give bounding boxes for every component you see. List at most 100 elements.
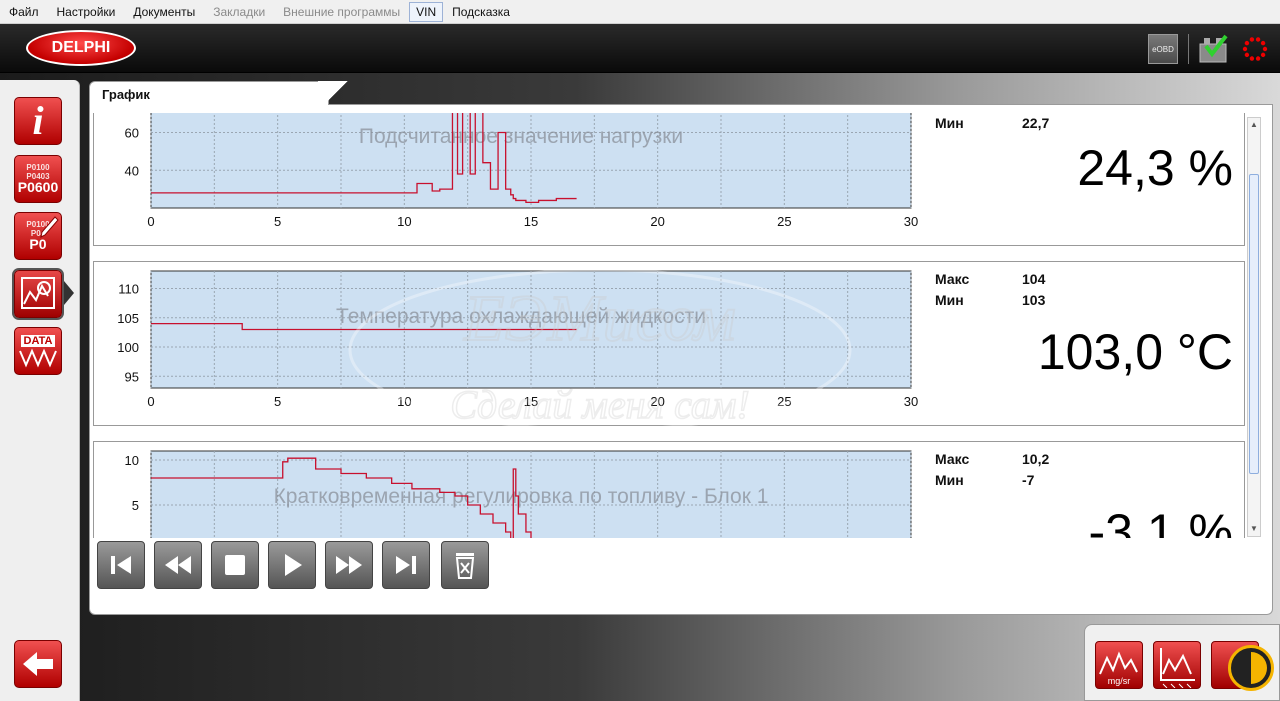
menu-item-3[interactable]: Закладки — [204, 2, 274, 22]
active-section-arrow — [64, 281, 74, 305]
min-value: -7 — [1022, 472, 1035, 488]
x-tick-label: 5 — [274, 214, 281, 229]
menu-bar: Файл Настройки Документы Закладки Внешние пр… — [0, 0, 1280, 24]
rewind-icon — [165, 556, 191, 574]
menu-item-4[interactable]: Внешние программы — [274, 2, 409, 22]
menu-item-6[interactable]: Подсказка — [443, 2, 519, 22]
graphs-scrollbar[interactable]: ▲ ▼ — [1247, 117, 1261, 537]
playback-controls — [97, 541, 498, 589]
current-value: 103,0 °C — [1037, 324, 1233, 380]
y-tick-label: 105 — [117, 311, 139, 326]
app-header: DELPHI eOBD — [0, 24, 1280, 73]
fast-forward-button[interactable] — [325, 541, 373, 589]
max-label: Макс — [935, 271, 970, 287]
stop-button[interactable] — [211, 541, 259, 589]
logo-text: DELPHI — [51, 39, 111, 56]
play-icon — [285, 554, 302, 576]
skip-end-icon — [396, 556, 416, 574]
eobd-button[interactable]: eOBD — [1148, 34, 1178, 64]
fast-forward-icon — [336, 556, 362, 574]
gauge-graph-icon — [21, 277, 55, 309]
spinner-dot — [1249, 56, 1255, 61]
x-tick-label: 5 — [274, 394, 281, 409]
y-tick-label: 60 — [125, 126, 139, 141]
graph-settings-icon — [1160, 648, 1195, 688]
spinner-dot — [1255, 56, 1261, 61]
units-graph-icon: mg/sr — [1099, 651, 1138, 686]
current-value: 24,3 % — [1077, 140, 1233, 196]
menu-item-0[interactable]: Файл — [0, 2, 48, 22]
y-tick-label: 110 — [118, 282, 139, 297]
scroll-up-arrow[interactable]: ▲ — [1249, 119, 1259, 131]
menu-item-2[interactable]: Документы — [124, 2, 204, 22]
corner-logo-icon — [1228, 645, 1274, 691]
units-graph-button[interactable]: mg/sr — [1095, 641, 1143, 689]
chart-title: Температура охлаждающей жидкости — [336, 305, 706, 328]
y-tick-label: 5 — [132, 498, 139, 513]
x-tick-label: 10 — [397, 394, 411, 409]
x-tick-label: 15 — [524, 394, 538, 409]
delphi-logo: DELPHI — [26, 30, 136, 66]
chart-svg: 110 105 100 95 0 5 10 15 20 25 30 Температура охлаж… — [117, 270, 918, 409]
read-dtc-button[interactable]: P0100 P0403 P0600 — [14, 155, 62, 203]
x-tick-label: 20 — [650, 214, 664, 229]
y-tick-label: 100 — [117, 340, 139, 355]
y-tick-label: 40 — [125, 163, 139, 178]
current-value: -3,1 % — [1088, 504, 1233, 538]
min-label: Мин — [935, 472, 964, 488]
info-icon: i — [32, 98, 44, 143]
tab-slope — [318, 81, 354, 105]
menu-item-5[interactable]: VIN — [409, 1, 444, 22]
spinner-dot — [1260, 40, 1266, 46]
clear-recording-button[interactable] — [441, 541, 489, 589]
busy-spinner-icon — [1240, 34, 1270, 64]
x-tick-label: 30 — [904, 394, 918, 409]
spinner-dot — [1255, 37, 1261, 42]
chart-0: 806040051015202530Подсчитанное значение … — [93, 113, 1245, 251]
waveform-icon — [19, 348, 57, 368]
scroll-down-arrow[interactable]: ▼ — [1249, 523, 1259, 535]
spinner-dot — [1242, 46, 1248, 52]
eobd-label: eOBD — [1152, 44, 1174, 54]
skip-start-icon — [111, 556, 131, 574]
chart-svg: 806040051015202530Подсчитанное значение … — [125, 113, 918, 229]
chart-svg: 1050Кратковременная регулировка по топли… — [125, 450, 912, 538]
spinner-dot — [1260, 52, 1266, 58]
live-data-graph-button[interactable] — [14, 270, 62, 318]
go-to-start-button[interactable] — [97, 541, 145, 589]
chart-2: 1050Кратковременная регулировка по топли… — [93, 441, 1245, 538]
dtc-code-2: P0403 — [26, 172, 50, 181]
play-button[interactable] — [268, 541, 316, 589]
menu-item-1[interactable]: Настройки — [48, 2, 125, 22]
x-tick-label: 20 — [650, 394, 664, 409]
graph-settings-button[interactable] — [1153, 641, 1201, 689]
chart-title: Кратковременная регулировка по топливу -… — [274, 485, 769, 508]
x-tick-label: 25 — [777, 214, 791, 229]
clear-dtc-button[interactable]: P0100 P04 P0 — [14, 212, 62, 260]
go-to-end-button[interactable] — [382, 541, 430, 589]
stop-icon — [225, 555, 245, 575]
y-tick-label: 95 — [125, 369, 139, 384]
min-value: 103 — [1022, 292, 1046, 308]
dtc-code-3: P0600 — [17, 179, 59, 195]
max-label: Макс — [935, 451, 970, 467]
trash-icon — [455, 553, 475, 579]
tab-graph[interactable]: График — [89, 81, 329, 105]
data-list-button[interactable]: DATA — [14, 327, 62, 375]
vehicle-info-button[interactable]: i — [14, 97, 62, 145]
back-button[interactable] — [14, 640, 62, 688]
x-tick-label: 25 — [777, 394, 791, 409]
header-separator — [1188, 34, 1189, 64]
chart-1: 110 105 100 95 0 5 10 15 20 25 30 Температура охлаж… — [93, 261, 1245, 431]
spinner-dot — [1244, 40, 1250, 46]
chart-title: Подсчитанное значение нагрузки — [359, 125, 683, 148]
rewind-button[interactable] — [154, 541, 202, 589]
x-tick-label: 0 — [147, 214, 154, 229]
scroll-thumb[interactable] — [1249, 174, 1259, 474]
connection-status-icon[interactable] — [1198, 34, 1230, 64]
graphs-scroll-area[interactable]: 806040051015202530Подсчитанное значение … — [93, 113, 1245, 538]
max-value: 10,2 — [1022, 451, 1050, 467]
y-tick-label: 10 — [125, 453, 139, 468]
pencil-icon — [40, 216, 59, 238]
data-label: DATA — [20, 335, 56, 347]
